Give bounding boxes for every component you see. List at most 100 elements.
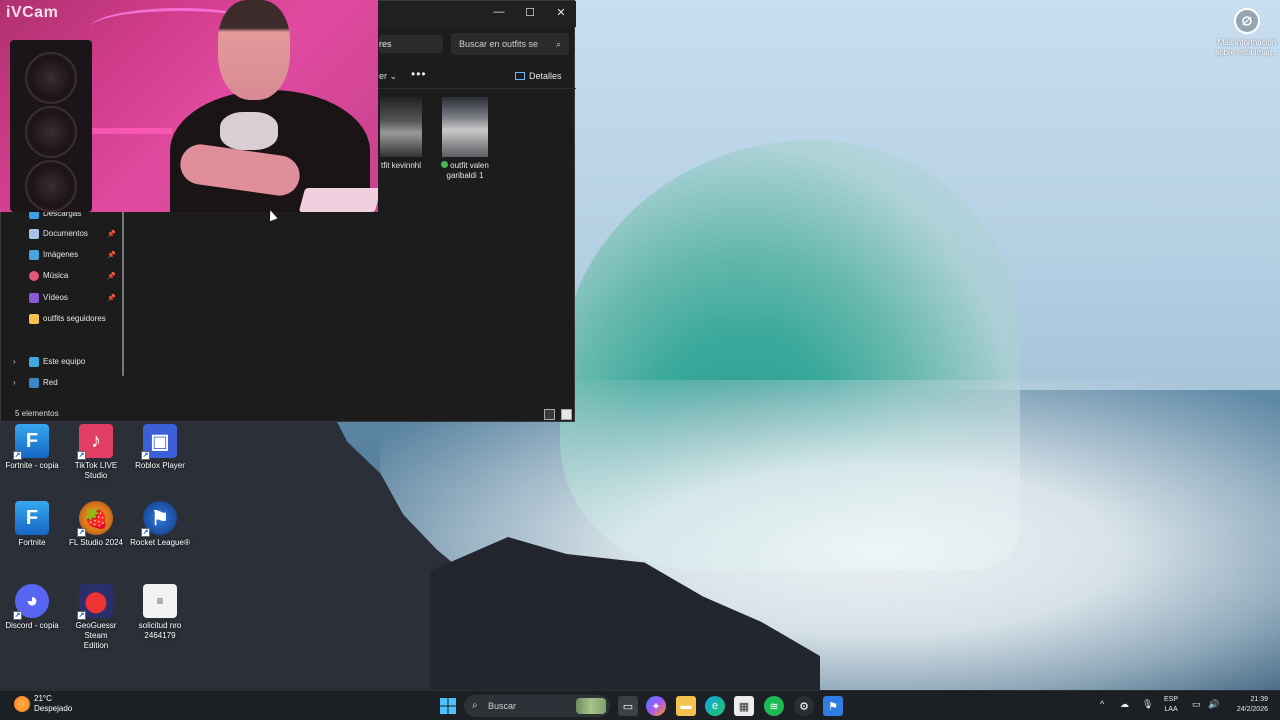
- video-icon: [29, 293, 39, 303]
- computer-icon: [29, 357, 39, 367]
- desktop-icon-label: Fortnite - copia: [5, 461, 59, 470]
- copilot-icon: ✦: [651, 700, 661, 713]
- search-input[interactable]: Buscar en outfits se ⌕: [451, 33, 569, 55]
- webcam-person: [170, 0, 370, 212]
- onedrive-icon[interactable]: ☁: [1120, 699, 1129, 710]
- store-button[interactable]: ▦: [734, 696, 754, 716]
- spotify-button[interactable]: ≋: [764, 696, 784, 716]
- nav-label: Música: [43, 271, 69, 280]
- maximize-button[interactable]: ☐: [514, 1, 546, 23]
- document-icon: ≡: [143, 584, 177, 618]
- keyboard-layout: LAA: [1164, 706, 1178, 713]
- fortnite-icon: F: [15, 501, 49, 535]
- clock[interactable]: 21:39 24/2/2026: [1226, 695, 1268, 715]
- network-icon[interactable]: ▭: [1192, 699, 1201, 710]
- desktop-icon-rocket-league[interactable]: ⚑ ↗ Rocket League®: [128, 501, 192, 548]
- more-options-button[interactable]: •••: [411, 67, 427, 81]
- chevron-up-icon: ^: [1100, 699, 1105, 709]
- details-view-button[interactable]: [544, 409, 555, 420]
- pin-icon: 📌: [107, 295, 116, 302]
- language-indicator[interactable]: ESP LAA: [1164, 695, 1178, 715]
- desktop-icon-fl-studio[interactable]: 🍓 ↗ FL Studio 2024: [64, 501, 128, 548]
- desktop-icon-geoguessr[interactable]: ⬤ ↗ GeoGuessr Steam Edition: [64, 584, 128, 651]
- desktop-icon-solicitud[interactable]: ≡ solicitud nro 2464179: [128, 584, 192, 641]
- desktop-icon-label: GeoGuessr Steam: [75, 621, 117, 640]
- search-placeholder: Buscar en outfits se: [459, 39, 539, 49]
- desktop-icon-label-line2: 2464179: [144, 631, 176, 640]
- item-count: 5 elementos: [15, 409, 59, 418]
- file-name-line2: garibaldi 1: [446, 171, 484, 180]
- steam-button[interactable]: ⚙: [794, 696, 814, 716]
- webcam-overlay: iVCam: [0, 0, 378, 212]
- view-button[interactable]: er ⌄: [379, 71, 397, 82]
- store-icon: ▦: [738, 700, 750, 713]
- nav-item-outfits-folder[interactable]: outfits seguidores: [29, 312, 106, 326]
- desktop-icon-roblox[interactable]: ▣ ↗ Roblox Player: [128, 424, 192, 471]
- shortcut-arrow-icon: ↗: [141, 528, 150, 537]
- nav-label: Documentos: [43, 229, 88, 238]
- rocket-league-icon: ⚑: [828, 700, 838, 713]
- discord-icon: ◕ ↗: [13, 584, 49, 620]
- navigation-scrollbar[interactable]: [122, 211, 124, 376]
- file-thumbnail: [380, 97, 422, 157]
- desktop-icon-discord-copia[interactable]: ◕ ↗ Discord - copia: [0, 584, 64, 631]
- volume-icon[interactable]: 🔊: [1208, 699, 1219, 710]
- shortcut-arrow-icon: ↗: [141, 451, 150, 460]
- nav-label: outfits seguidores: [43, 314, 106, 323]
- nav-item-videos[interactable]: Vídeos: [29, 291, 68, 305]
- taskbar: 21°C Despejado ⌕ Buscar ▭ ✦ ▬ e ▦ ≋ ⚙ ⚑ …: [0, 690, 1280, 720]
- chevron-right-icon[interactable]: ›: [13, 378, 16, 387]
- start-button[interactable]: [438, 696, 458, 716]
- speaker-cone: [25, 160, 77, 212]
- sun-icon: [14, 696, 30, 712]
- nav-label: Vídeos: [43, 293, 68, 302]
- file-name-line1: outfit valen: [450, 161, 489, 170]
- clock-date: 24/2/2026: [1236, 706, 1268, 713]
- file-item[interactable]: tfit kevinnhl: [373, 97, 429, 171]
- pin-icon: 📌: [107, 231, 116, 238]
- copilot-button[interactable]: ✦: [646, 696, 666, 716]
- weather-widget[interactable]: 21°C Despejado: [14, 694, 72, 714]
- file-item[interactable]: outfit valen garibaldi 1: [437, 97, 493, 181]
- webcam-person-head: [218, 0, 290, 100]
- taskbar-search[interactable]: ⌕ Buscar: [464, 695, 610, 717]
- desktop-icon-label: TikTok LIVE: [74, 461, 118, 470]
- large-icons-view-button[interactable]: [561, 409, 572, 420]
- shortcut-arrow-icon: ↗: [77, 528, 86, 537]
- close-button[interactable]: ✕: [545, 1, 577, 23]
- file-explorer-taskbar-button[interactable]: ▬: [676, 696, 696, 716]
- nav-item-documents[interactable]: Documentos: [29, 227, 88, 241]
- folder-icon: [29, 314, 39, 324]
- wallpaper-info-button[interactable]: Más información sobre esta imag...: [1212, 8, 1280, 58]
- microphone-icon[interactable]: 🎙: [1142, 699, 1153, 710]
- desktop-icon-label: Rocket League®: [130, 538, 190, 547]
- windows-logo-icon: [440, 698, 456, 714]
- details-button[interactable]: Detalles: [515, 71, 562, 81]
- minimize-button[interactable]: —: [483, 1, 515, 23]
- desktop-icon-fortnite-copia[interactable]: F ↗ Fortnite - copia: [0, 424, 64, 471]
- chevron-right-icon[interactable]: ›: [13, 357, 16, 366]
- desktop-icon-tiktok-live[interactable]: ♪ ↗ TikTok LIVE Studio: [64, 424, 128, 481]
- rocket-league-taskbar-button[interactable]: ⚑: [823, 696, 843, 716]
- nav-item-network[interactable]: Red: [29, 376, 58, 390]
- file-thumbnail: [442, 97, 488, 157]
- weather-description: Despejado: [34, 704, 73, 713]
- search-highlight-image: [576, 698, 606, 714]
- desktop-icon-fortnite[interactable]: F Fortnite: [0, 501, 64, 548]
- chevron-down-icon: ⌄: [389, 71, 398, 81]
- desktop-icon-label: solicitud nro: [138, 621, 182, 630]
- desktop-icon-label-line2: Edition: [83, 641, 109, 650]
- edge-button[interactable]: e: [705, 696, 725, 716]
- shortcut-arrow-icon: ↗: [13, 611, 22, 620]
- show-hidden-icons-button[interactable]: ^: [1100, 699, 1104, 709]
- nav-item-this-pc[interactable]: Este equipo: [29, 355, 85, 369]
- task-view-button[interactable]: ▭: [618, 696, 638, 716]
- wallpaper-info-label-line2: sobre esta imag...: [1215, 48, 1279, 57]
- clock-time: 21:39: [1250, 696, 1268, 703]
- file-name: tfit kevinnhl: [380, 161, 422, 170]
- nav-item-music[interactable]: Música: [29, 269, 68, 283]
- breadcrumb-folder[interactable]: res: [379, 35, 443, 53]
- fl-studio-icon: 🍓 ↗: [77, 501, 113, 537]
- document-icon: [29, 229, 39, 239]
- nav-item-images[interactable]: Imágenes: [29, 248, 78, 262]
